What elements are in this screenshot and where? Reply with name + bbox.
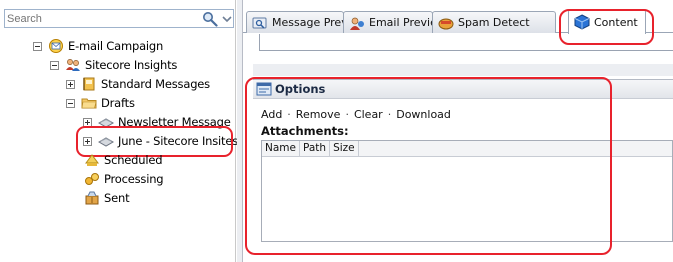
tree-item-sent[interactable]: Sent — [84, 189, 130, 207]
chevron-down-icon[interactable] — [222, 13, 232, 25]
tree-item-label: Processing — [104, 172, 164, 186]
column-header-name[interactable]: Name — [262, 141, 300, 157]
separator: · — [345, 108, 349, 121]
search-input[interactable] — [7, 11, 187, 26]
search-box[interactable] — [4, 9, 234, 28]
tree-item-label: June - Sitecore Insites — [118, 134, 238, 148]
column-header-path[interactable]: Path — [300, 141, 331, 157]
message-icon — [98, 114, 114, 130]
tree-item-standard-messages[interactable]: Standard Messages — [66, 75, 210, 93]
email-preview-icon — [349, 15, 365, 31]
tree-item-june-sitecore-insites[interactable]: June - Sitecore Insites — [83, 132, 238, 150]
tree-item-email-campaign[interactable]: E-mail Campaign — [33, 37, 163, 55]
processing-icon — [84, 171, 100, 187]
collapse-icon[interactable] — [33, 41, 42, 51]
tab-label: Spam Detect — [458, 16, 530, 29]
scheduled-icon — [84, 152, 100, 168]
attachment-actions: Add · Remove · Clear · Download — [261, 108, 451, 121]
download-link[interactable]: Download — [396, 108, 451, 121]
attachments-table[interactable]: Name Path Size — [261, 140, 673, 242]
editor-pane: Message Preview Email Preview Spam Detec… — [243, 0, 673, 262]
message-preview-icon — [252, 15, 268, 31]
content-area: Options Add · Remove · Clear · Download … — [243, 34, 673, 262]
tree-item-label: Standard Messages — [101, 77, 210, 91]
tree-item-label: Sent — [104, 191, 130, 205]
tab-strip: Message Preview Email Preview Spam Detec… — [243, 0, 673, 45]
tree-item-sitecore-insights[interactable]: Sitecore Insights — [50, 56, 177, 74]
tree-item-label: Sitecore Insights — [85, 58, 178, 72]
tab-spam-detect[interactable]: Spam Detect — [432, 11, 556, 33]
collapse-icon[interactable] — [50, 60, 59, 70]
users-icon — [65, 57, 81, 73]
search-icon[interactable] — [202, 11, 218, 27]
tab-message-preview[interactable]: Message Preview — [246, 11, 367, 33]
expand-icon[interactable] — [83, 117, 92, 127]
folder-icon — [81, 95, 97, 111]
attachments-label: Attachments: — [261, 124, 349, 138]
spam-detect-icon — [438, 15, 454, 31]
tab-content[interactable]: Content — [568, 9, 646, 34]
column-header-size[interactable]: Size — [330, 141, 359, 157]
expand-icon[interactable] — [83, 136, 92, 146]
tree-item-label: Scheduled — [104, 153, 163, 167]
tree-item-drafts[interactable]: Drafts — [66, 94, 135, 112]
tree-item-processing[interactable]: Processing — [84, 170, 164, 188]
options-body: Add · Remove · Clear · Download Attachme… — [253, 99, 673, 262]
notebook-icon — [81, 76, 97, 92]
options-title: Options — [275, 82, 326, 96]
tab-email-preview[interactable]: Email Preview — [343, 11, 446, 33]
clear-link[interactable]: Clear — [354, 108, 383, 121]
content-tree-pane: E-mail Campaign Sitecore Insights Standa… — [0, 0, 238, 262]
tree-item-scheduled[interactable]: Scheduled — [84, 151, 163, 169]
tree-item-label: E-mail Campaign — [68, 39, 164, 53]
options-header[interactable]: Options — [253, 79, 673, 99]
content-cube-icon — [574, 14, 590, 30]
tree-item-label: Newsletter Message — [118, 115, 231, 129]
message-icon — [98, 133, 114, 149]
remove-link[interactable]: Remove — [296, 108, 341, 121]
options-icon — [256, 81, 272, 97]
email-campaign-icon — [48, 38, 64, 54]
add-link[interactable]: Add — [261, 108, 282, 121]
separator: · — [387, 108, 392, 121]
options-section: Options Add · Remove · Clear · Download … — [253, 79, 673, 262]
section-separator — [253, 64, 673, 76]
expand-icon[interactable] — [66, 79, 75, 89]
collapse-icon[interactable] — [66, 98, 75, 108]
tab-label: Content — [594, 15, 638, 29]
separator: · — [287, 108, 291, 121]
table-header: Name Path Size — [262, 141, 672, 157]
tree-item-label: Drafts — [101, 96, 135, 110]
sent-icon — [84, 190, 100, 206]
content-field[interactable] — [259, 34, 673, 51]
tree-item-newsletter-message[interactable]: Newsletter Message — [83, 113, 231, 131]
